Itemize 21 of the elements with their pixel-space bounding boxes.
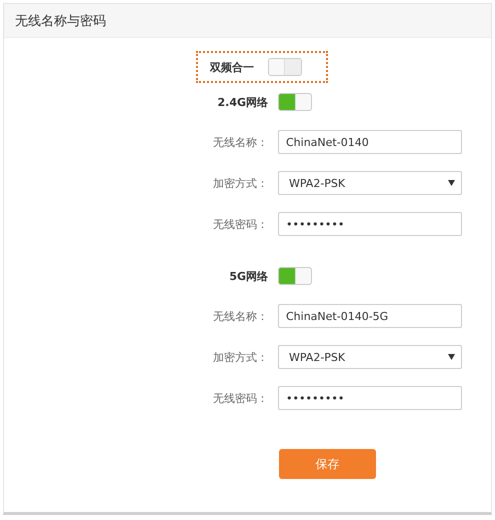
field-label: 无线密码：: [212, 216, 268, 232]
input-field[interactable]: ChinaNet-0140: [278, 130, 462, 154]
caret-icon: [448, 180, 455, 186]
toggle-switch[interactable]: [278, 93, 312, 111]
caret-icon: [448, 354, 455, 360]
field-label: 无线名称：: [212, 308, 268, 324]
network-label: 5G网络: [228, 268, 268, 284]
select-field[interactable]: WPA2-PSK: [278, 171, 462, 195]
input-field[interactable]: •••••••••: [278, 212, 462, 236]
toggle-switch[interactable]: [268, 58, 302, 76]
input-field[interactable]: ChinaNet-0140-5G: [278, 304, 462, 328]
toggle-label: 双频合一: [210, 60, 254, 74]
field-label: 加密方式：: [212, 350, 268, 364]
field-label: 无线密码：: [212, 390, 268, 406]
panel-title: 无线名称与密码: [15, 12, 106, 30]
field-label: 加密方式：: [212, 176, 268, 190]
network-label: 2.4G网络: [216, 94, 268, 110]
field-label: 无线名称：: [212, 134, 268, 150]
input-field[interactable]: •••••••••: [278, 386, 462, 410]
toggle-switch[interactable]: [278, 267, 312, 285]
select-field[interactable]: WPA2-PSK: [278, 345, 462, 369]
